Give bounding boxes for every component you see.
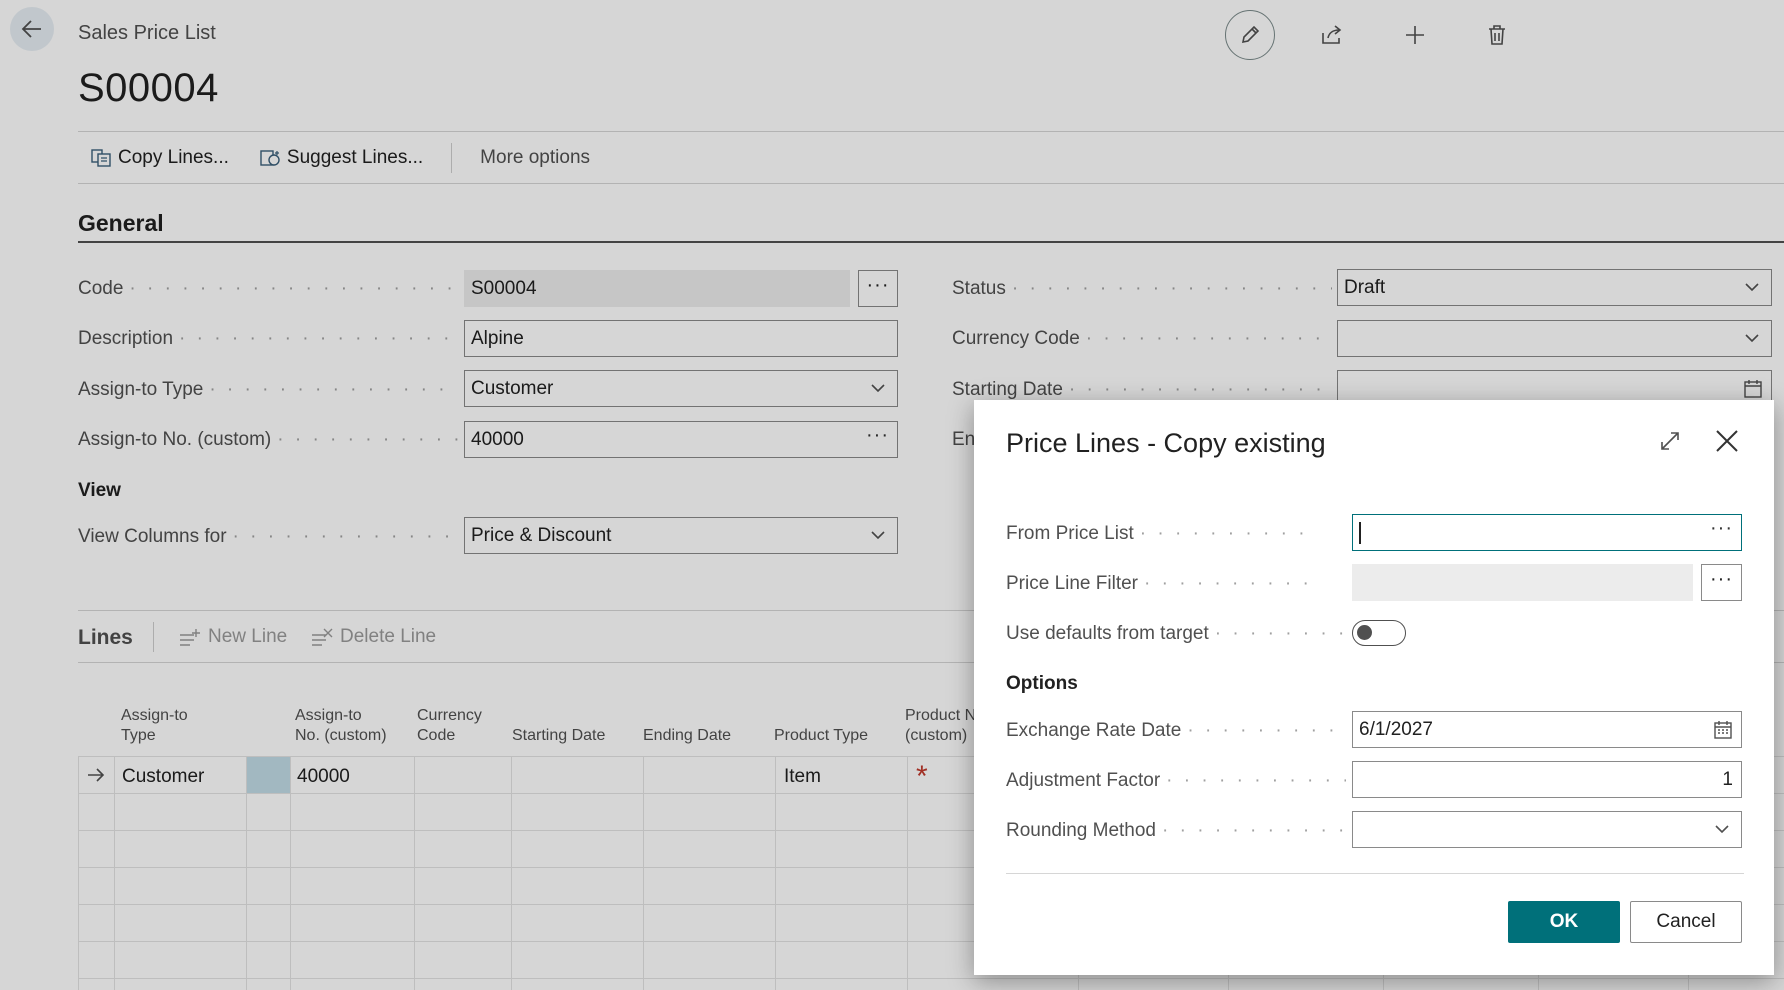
price-line-filter-lookup-button[interactable]: ··· xyxy=(1701,564,1742,601)
adjustment-factor-label: Adjustment Factor· · · · · · · · · · · ·… xyxy=(1006,770,1346,791)
chevron-down-icon xyxy=(1715,825,1729,834)
copy-existing-dialog: Price Lines - Copy existing From Price L… xyxy=(974,400,1774,975)
from-price-list-lookup-icon[interactable]: ··· xyxy=(1710,517,1733,540)
options-heading: Options xyxy=(1006,673,1078,694)
from-price-list-label: From Price List· · · · · · · · · · · · ·… xyxy=(1006,523,1316,544)
cancel-button[interactable]: Cancel xyxy=(1630,901,1742,943)
dialog-footer-divider xyxy=(1006,873,1744,874)
calendar-icon[interactable] xyxy=(1713,720,1733,740)
price-line-filter-label: Price Line Filter· · · · · · · · · · · ·… xyxy=(1006,573,1316,594)
close-button[interactable] xyxy=(1714,428,1740,459)
use-defaults-toggle[interactable] xyxy=(1352,620,1406,646)
ok-button[interactable]: OK xyxy=(1508,901,1620,943)
rounding-method-label: Rounding Method· · · · · · · · · · · · ·… xyxy=(1006,820,1346,841)
adjustment-factor-field[interactable]: 1 xyxy=(1352,761,1742,798)
exchange-rate-date-field[interactable]: 6/1/2027 xyxy=(1352,711,1742,748)
rounding-method-select[interactable] xyxy=(1352,811,1742,848)
exchange-rate-date-label: Exchange Rate Date· · · · · · · · · · · … xyxy=(1006,720,1346,741)
expand-icon xyxy=(1661,432,1679,450)
price-line-filter-field[interactable] xyxy=(1352,564,1693,601)
from-price-list-field[interactable]: ··· xyxy=(1352,514,1742,551)
expand-button[interactable] xyxy=(1658,429,1682,458)
use-defaults-label: Use defaults from target· · · · · · · · … xyxy=(1006,623,1346,644)
text-cursor xyxy=(1359,521,1361,544)
close-icon xyxy=(1716,430,1738,452)
dialog-title: Price Lines - Copy existing xyxy=(1006,428,1326,458)
